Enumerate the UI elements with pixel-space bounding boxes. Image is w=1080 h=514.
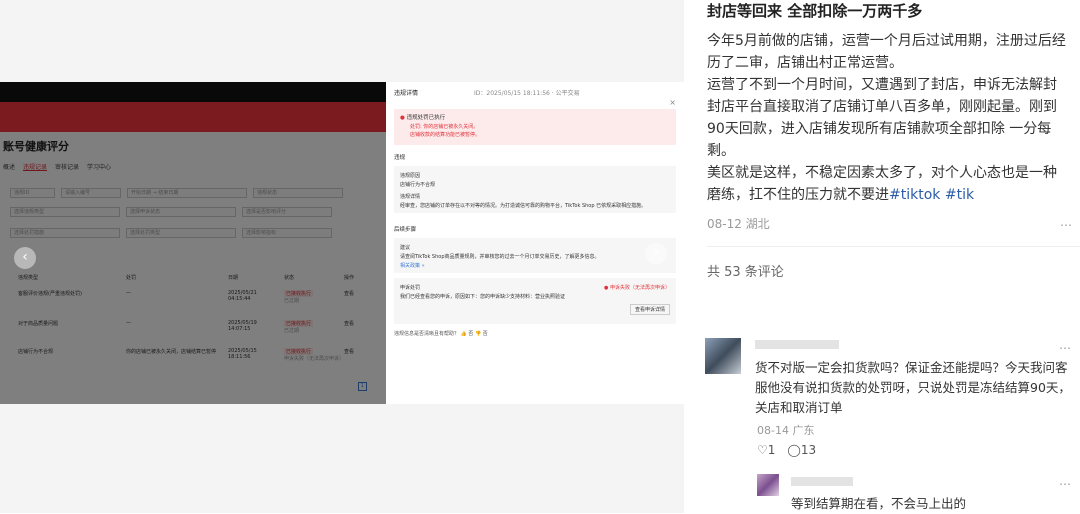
section-next-steps: 后续步骤: [394, 227, 417, 233]
image-panel: 账号健康评分 概述 违规记录 审核记录 学习中心 违规ID 请输入编号 开始日期…: [0, 0, 684, 513]
alert-line: 处罚: 你的店铺已被永久关闭。: [410, 124, 479, 130]
comment-meta: 08-14 广东: [757, 424, 815, 437]
post-paragraph: 今年5月前做的店铺，运营一个月后过试用期，注册过后经历了二审，店铺出村正常运营。: [707, 33, 1066, 71]
comment-text: 等到结算期在看，不会马上出的: [791, 496, 967, 511]
post-meta: 08-12 湖北 …: [707, 215, 1072, 232]
violation-reason: 店铺行为不合规: [400, 182, 436, 188]
drawer-title-row: 违规详情 ID：2025/05/15 18:11:56 · 公平交易: [394, 88, 676, 97]
error-icon: ●: [400, 115, 405, 121]
comment-actions: ♡1 ◯13: [757, 443, 816, 457]
appeal-box: 申诉处罚 ● 申诉失败（无法再次申诉） 我们已经查看您的申诉，原因如下：您的申诉缺…: [394, 278, 676, 324]
more-icon[interactable]: …: [1059, 474, 1071, 488]
post-paragraph: 美区就是这样，不稳定因素太多了，对个人心态也是一种磨练，扛不住的压力就不要进#t…: [707, 162, 1067, 206]
view-appeal-button: 查看申诉详情: [629, 304, 670, 315]
post-title: 封店等回来 全部扣除一万两千多: [707, 2, 923, 20]
close-icon: ×: [669, 98, 676, 107]
violation-detail-drawer: 违规详情 ID：2025/05/15 18:11:56 · 公平交易 × ● 违…: [386, 82, 684, 404]
more-icon[interactable]: …: [1059, 338, 1071, 352]
section-violation: 违规: [394, 155, 406, 161]
comment-count: 共 53 条评论: [707, 265, 784, 280]
appeal-label: 申诉处罚: [400, 285, 421, 291]
violation-detail-label: 违规详情: [400, 194, 421, 200]
alert-box: ● 违规处罚已执行 处罚: 你的店铺已被永久关闭。 店铺收款的结算功能已被暂停。: [394, 109, 676, 145]
policy-link: 相关政策 »: [400, 263, 425, 269]
avatar[interactable]: [705, 338, 741, 374]
appeal-row: 申诉处罚 ● 申诉失败（无法再次申诉）: [400, 284, 670, 291]
advice-text: 请查阅TikTok Shop商品质量规则，并审核您的过去一个月订单交易历史，了解…: [400, 254, 600, 260]
screenshot-image: 账号健康评分 概述 违规记录 审核记录 学习中心 违规ID 请输入编号 开始日期…: [0, 82, 684, 404]
drawer-title: 违规详情: [394, 90, 419, 97]
avatar[interactable]: [757, 474, 779, 496]
violation-box: 违规原因 店铺行为不合规 违规详情 经审查，您店铺的订单存在以不对等的情况。为打…: [394, 166, 676, 213]
post-paragraph: 封店平台直接取消了店铺订单八百多单，刚刚起量。刚到90天回款，进入店铺发现所有店…: [707, 99, 1057, 159]
drawer-title-meta: ID：2025/05/15 18:11:56 · 公平交易: [474, 90, 580, 97]
post-body: 今年5月前做的店铺，运营一个月后过试用期，注册过后经历了二审，店铺出村正常运营。…: [707, 30, 1067, 206]
divider: [707, 246, 1080, 247]
reply-button[interactable]: ◯13: [787, 443, 816, 457]
like-button[interactable]: ♡1: [757, 443, 775, 457]
post-date-location: 08-12 湖北: [707, 217, 770, 231]
feedback-row: 违规信息是否清晰且有帮助？ 👍 否 👎 否: [394, 331, 488, 337]
hashtag-link[interactable]: #tik: [945, 187, 974, 203]
comment-author[interactable]: [755, 340, 839, 349]
appeal-status: ● 申诉失败（无法再次申诉）: [604, 285, 670, 291]
alert-title-row: ● 违规处罚已执行: [400, 113, 670, 121]
comment-author[interactable]: [791, 477, 853, 486]
post-panel: 封店等回来 全部扣除一万两千多 今年5月前做的店铺，运营一个月后过试用期，注册过…: [684, 0, 1080, 513]
appeal-text: 我们已经查看您的申诉，原因如下：您的申诉缺少支持材料：营业执照验证: [400, 294, 566, 300]
comment-text: 货不对版一定会扣货款吗？保证金还能提吗？今天我问客服他没有说扣货款的处罚呀，只说…: [755, 360, 1071, 415]
next-image-button[interactable]: ›: [645, 243, 667, 265]
post-paragraph-text: 美区就是这样，不稳定因素太多了，对个人心态也是一种磨练，扛不住的压力就不要进: [707, 165, 1057, 203]
violation-detail: 经审查，您店铺的订单存在以不对等的情况。为打造诚信可靠的购物平台，TikTok …: [400, 203, 647, 209]
alert-title: 违规处罚已执行: [406, 115, 446, 121]
advice-label: 建议: [400, 245, 411, 251]
violation-reason-label: 违规原因: [400, 173, 421, 179]
more-icon[interactable]: …: [1060, 215, 1072, 232]
prev-image-button[interactable]: ‹: [14, 247, 36, 269]
hashtag-link[interactable]: #tiktok: [889, 187, 940, 203]
advice-box: 建议 请查阅TikTok Shop商品质量规则，并审核您的过去一个月订单交易历史…: [394, 238, 676, 273]
alert-line: 店铺收款的结算功能已被暂停。: [410, 132, 481, 138]
post-paragraph: 运营了不到一个月时间，又遭遇到了封店，申诉无法解封: [707, 77, 1057, 93]
